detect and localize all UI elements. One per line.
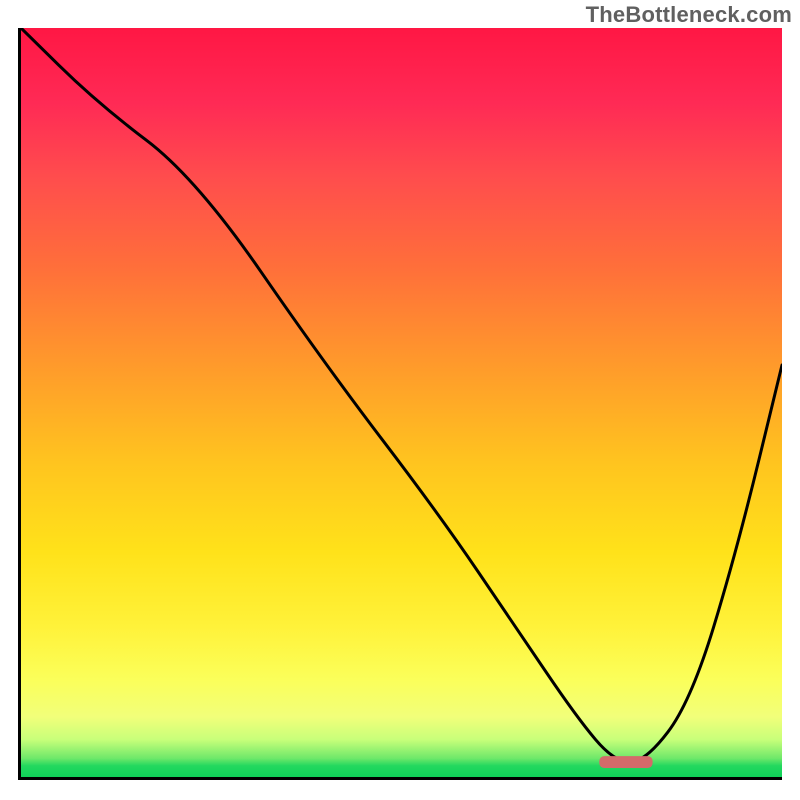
chart-svg	[21, 28, 782, 777]
chart-stage: TheBottleneck.com	[0, 0, 800, 800]
bottleneck-curve-path	[21, 28, 782, 762]
watermark-text: TheBottleneck.com	[586, 2, 792, 28]
plot-area	[18, 28, 782, 780]
optimum-marker	[599, 756, 652, 768]
